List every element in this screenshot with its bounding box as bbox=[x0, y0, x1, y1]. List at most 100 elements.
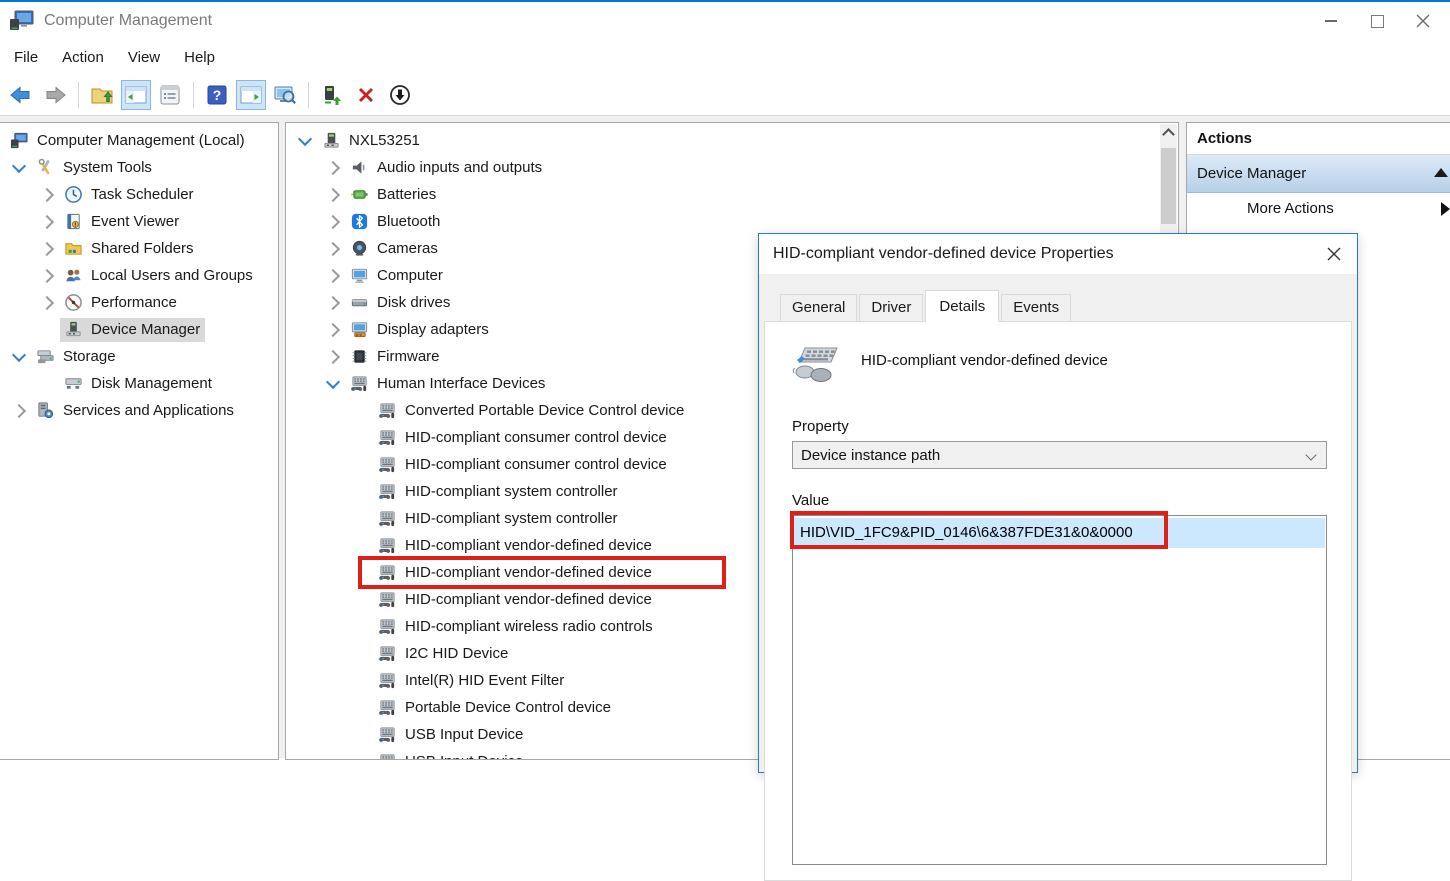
device-tree-item-content[interactable]: Audio inputs and outputs bbox=[346, 156, 547, 180]
console-tree-item[interactable]: Event Viewer bbox=[0, 208, 278, 235]
close-button[interactable] bbox=[1400, 2, 1446, 40]
dialog-close-button[interactable] bbox=[1319, 239, 1349, 269]
scan-hardware-changes-button[interactable] bbox=[270, 80, 300, 110]
update-driver-button[interactable] bbox=[317, 80, 347, 110]
collapse-section-icon[interactable] bbox=[1434, 168, 1448, 177]
console-tree-item[interactable]: Services and Applications bbox=[0, 397, 278, 424]
device-tree-item-content[interactable]: Portable Device Control device bbox=[374, 696, 616, 720]
device-tree-item-content[interactable]: HID-compliant wireless radio controls bbox=[374, 615, 658, 639]
device-tree-item-content[interactable]: HID-compliant system controller bbox=[374, 507, 623, 531]
device-tree-expander[interactable] bbox=[320, 217, 346, 227]
uninstall-device-button[interactable] bbox=[351, 80, 381, 110]
console-tree-item-content[interactable]: Performance bbox=[60, 291, 182, 315]
menu-file[interactable]: File bbox=[2, 40, 50, 75]
device-tree-item-content[interactable]: HID-compliant vendor-defined device bbox=[374, 588, 657, 612]
console-tree-item-content[interactable]: Shared Folders bbox=[60, 237, 199, 261]
device-tree-item-content[interactable]: Disk drives bbox=[346, 291, 455, 315]
menu-view[interactable]: View bbox=[116, 40, 172, 75]
device-tree-item-content[interactable]: Human Interface Devices bbox=[346, 372, 550, 396]
maximize-button[interactable] bbox=[1354, 2, 1400, 40]
console-tree-item-content[interactable]: Computer Management (Local) bbox=[6, 129, 250, 153]
console-tree-item[interactable]: Disk Management bbox=[0, 370, 278, 397]
menu-help[interactable]: Help bbox=[172, 40, 227, 75]
forward-button[interactable] bbox=[40, 80, 70, 110]
disable-device-button[interactable] bbox=[385, 80, 415, 110]
actions-section-device-manager[interactable]: Device Manager bbox=[1187, 155, 1450, 193]
value-selected-row[interactable]: HID\VID_1FC9&PID_0146\6&387FDE31&0&0000 bbox=[794, 518, 1325, 548]
device-tree-item-content[interactable]: Cameras bbox=[346, 237, 443, 261]
console-tree-expander[interactable] bbox=[6, 164, 32, 171]
console-tree-expander[interactable] bbox=[34, 217, 60, 227]
device-tree-expander[interactable] bbox=[320, 325, 346, 335]
tab-general[interactable]: General bbox=[780, 294, 857, 321]
console-tree-item-content[interactable]: Storage bbox=[32, 345, 121, 369]
device-tree-expander[interactable] bbox=[320, 298, 346, 308]
console-tree-item-content[interactable]: Device Manager bbox=[60, 318, 205, 342]
device-tree-item-content[interactable]: Firmware bbox=[346, 345, 445, 369]
console-tree-expander[interactable] bbox=[6, 406, 32, 416]
properties-button[interactable] bbox=[155, 80, 185, 110]
device-tree-expander[interactable] bbox=[320, 271, 346, 281]
device-tree-item-content[interactable]: HID-compliant consumer control device bbox=[374, 453, 672, 477]
device-tree-item[interactable]: NXL53251 bbox=[286, 127, 1178, 154]
value-listbox[interactable]: HID\VID_1FC9&PID_0146\6&387FDE31&0&0000 bbox=[792, 515, 1327, 865]
console-tree-item[interactable]: Task Scheduler bbox=[0, 181, 278, 208]
device-tree-item-content[interactable]: Batteries bbox=[346, 183, 441, 207]
show-action-pane-button[interactable] bbox=[236, 80, 266, 110]
console-tree-item[interactable]: Storage bbox=[0, 343, 278, 370]
console-tree-item[interactable]: Device Manager bbox=[0, 316, 278, 343]
console-tree-item-content[interactable]: System Tools bbox=[32, 156, 157, 180]
device-tree-item[interactable]: Bluetooth bbox=[286, 208, 1178, 235]
device-tree-item-content[interactable]: Converted Portable Device Control device bbox=[374, 399, 689, 423]
device-tree-expander[interactable] bbox=[320, 352, 346, 362]
console-tree-expander[interactable] bbox=[34, 244, 60, 254]
device-tree-item-content[interactable]: HID-compliant system controller bbox=[374, 480, 623, 504]
tab-details[interactable]: Details bbox=[925, 290, 999, 322]
back-button[interactable] bbox=[6, 80, 36, 110]
console-tree-item[interactable]: System Tools bbox=[0, 154, 278, 181]
more-actions-item[interactable]: More Actions bbox=[1187, 193, 1450, 224]
console-tree-item-content[interactable]: Local Users and Groups bbox=[60, 264, 258, 288]
console-tree-expander[interactable] bbox=[34, 190, 60, 200]
tab-driver[interactable]: Driver bbox=[859, 294, 923, 321]
console-tree-expander[interactable] bbox=[34, 271, 60, 281]
scrollbar-up-button[interactable] bbox=[1160, 124, 1177, 141]
property-dropdown[interactable]: Device instance path bbox=[792, 441, 1327, 469]
scrollbar-thumb[interactable] bbox=[1161, 148, 1176, 224]
device-tree-item-content[interactable]: I2C HID Device bbox=[374, 642, 513, 666]
device-tree-item-content[interactable]: HID-compliant consumer control device bbox=[374, 426, 672, 450]
console-tree-item-content[interactable]: Event Viewer bbox=[60, 210, 184, 234]
device-tree-expander[interactable] bbox=[292, 137, 318, 144]
device-tree-item-content[interactable]: NXL53251 bbox=[318, 129, 425, 153]
device-tree-expander[interactable] bbox=[320, 244, 346, 254]
device-tree-item-content[interactable]: USB Input Device bbox=[374, 723, 528, 747]
console-tree-item[interactable]: Computer Management (Local) bbox=[0, 127, 278, 154]
console-tree-item-content[interactable]: Task Scheduler bbox=[60, 183, 199, 207]
chevron-down-icon bbox=[298, 132, 312, 146]
device-tree-item[interactable]: Batteries bbox=[286, 181, 1178, 208]
device-tree-item-content[interactable]: Intel(R) HID Event Filter bbox=[374, 669, 569, 693]
up-level-button[interactable] bbox=[87, 80, 117, 110]
device-tree-item-content[interactable]: HID-compliant vendor-defined device bbox=[374, 534, 657, 558]
device-tree-item-content[interactable]: Computer bbox=[346, 264, 448, 288]
device-tree-item-content[interactable]: Bluetooth bbox=[346, 210, 445, 234]
console-tree-expander[interactable] bbox=[34, 298, 60, 308]
help-button[interactable]: ? bbox=[202, 80, 232, 110]
console-tree-item[interactable]: Shared Folders bbox=[0, 235, 278, 262]
device-tree-expander[interactable] bbox=[320, 380, 346, 387]
device-tree-item-content[interactable]: Display adapters bbox=[346, 318, 494, 342]
menu-action[interactable]: Action bbox=[50, 40, 116, 75]
show-console-tree-button[interactable] bbox=[121, 80, 151, 110]
console-tree-item-content[interactable]: Disk Management bbox=[60, 372, 217, 396]
device-tree-expander[interactable] bbox=[320, 190, 346, 200]
console-tree-expander[interactable] bbox=[6, 353, 32, 360]
tab-events[interactable]: Events bbox=[1001, 294, 1071, 321]
device-tree-expander[interactable] bbox=[320, 163, 346, 173]
console-tree-item[interactable]: Performance bbox=[0, 289, 278, 316]
device-tree-item[interactable]: Audio inputs and outputs bbox=[286, 154, 1178, 181]
minimize-button[interactable] bbox=[1308, 2, 1354, 40]
device-tree-item-label: NXL53251 bbox=[349, 132, 420, 149]
console-tree-item-content[interactable]: Services and Applications bbox=[32, 399, 239, 423]
device-tree-item-content[interactable]: HID-compliant vendor-defined device bbox=[374, 561, 657, 585]
console-tree-item[interactable]: Local Users and Groups bbox=[0, 262, 278, 289]
